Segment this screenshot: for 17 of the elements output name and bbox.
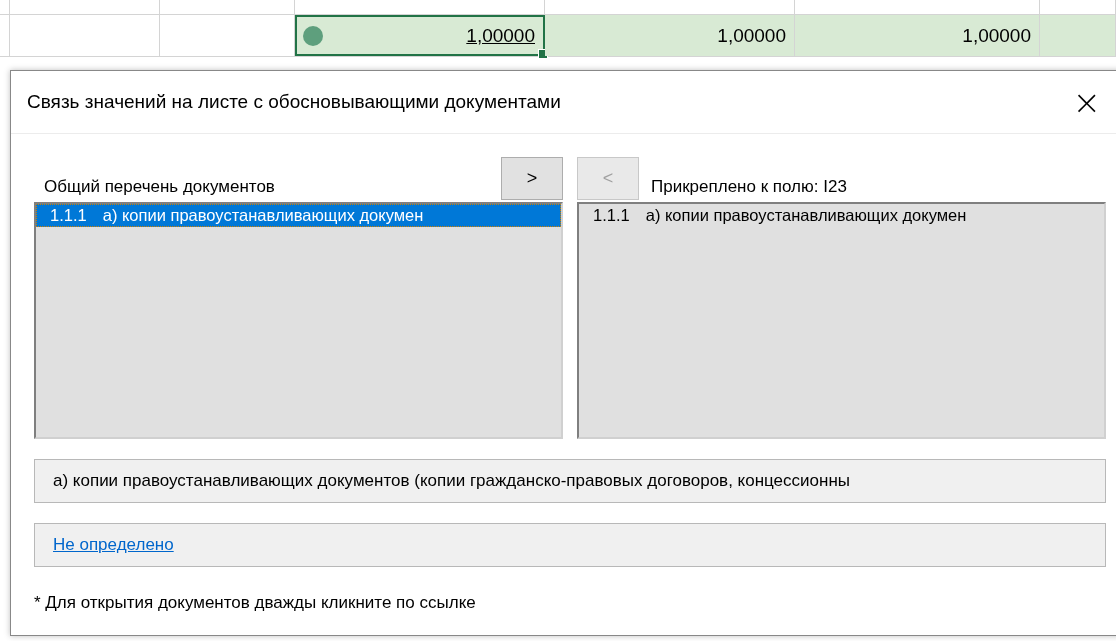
list-item[interactable]: 1.1.1 а) копии правоустанавливающих докумен (36, 204, 561, 227)
spreadsheet-cell[interactable] (1040, 15, 1116, 56)
document-list[interactable]: 1.1.1 а) копии правоустанавливающих докумен (34, 202, 563, 439)
list-label: Прикреплено к полю: I23 (650, 177, 848, 198)
spreadsheet-cell[interactable]: 1,00000 (545, 15, 795, 56)
spreadsheet-cell[interactable]: 1,00000 (795, 15, 1040, 56)
indicator-icon (303, 26, 323, 46)
description-field: а) копии правоустанавливающих документов (копии гражданско-правовых договоров, концессионны (34, 459, 1106, 503)
spreadsheet-cell[interactable]: 1,00000 (295, 15, 545, 56)
add-button[interactable]: > (501, 157, 563, 200)
list-item[interactable]: 1.1.1 а) копии правоустанавливающих докумен (579, 204, 1104, 227)
footnote-text: * Для открытия документов дважды кликните по ссылке (34, 593, 477, 613)
document-list[interactable]: 1.1.1 а) копии правоустанавливающих докумен (577, 202, 1106, 439)
list-label: Общий перечень документов (43, 177, 276, 198)
document-link[interactable]: Не определено (53, 535, 174, 555)
window-title: Связь значений на листе с обосновывающими документами (27, 91, 561, 113)
close-button[interactable]: × (1068, 85, 1105, 119)
